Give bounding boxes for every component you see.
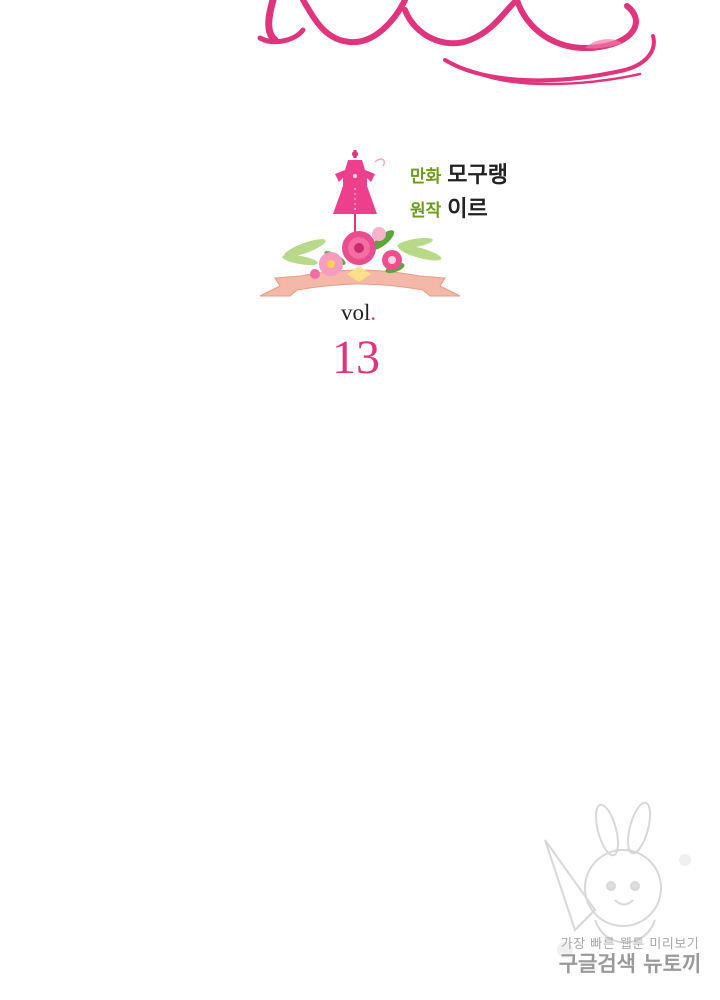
volume-label: vol. <box>341 300 376 326</box>
credit-art-row: 만화 모구랭 <box>410 157 508 191</box>
volume-label-dot: . <box>370 300 377 325</box>
story-author-name: 이르 <box>447 197 488 222</box>
credits-block: 만화 모구랭 원작 이르 <box>410 157 508 225</box>
art-author-name: 모구랭 <box>447 163 509 188</box>
watermark-site-name: 구글검색 뉴토끼 <box>558 952 702 976</box>
volume-number: 13 <box>332 331 380 384</box>
watermark: 가장 빠른 웹툰 미리보기 구글검색 뉴토끼 <box>535 800 720 1000</box>
credit-story-row: 원작 이르 <box>410 191 508 225</box>
story-role-label: 원작 <box>410 201 442 221</box>
art-role-label: 만화 <box>410 167 442 187</box>
volume-label-text: vol <box>341 300 371 325</box>
title-logo <box>255 0 665 90</box>
